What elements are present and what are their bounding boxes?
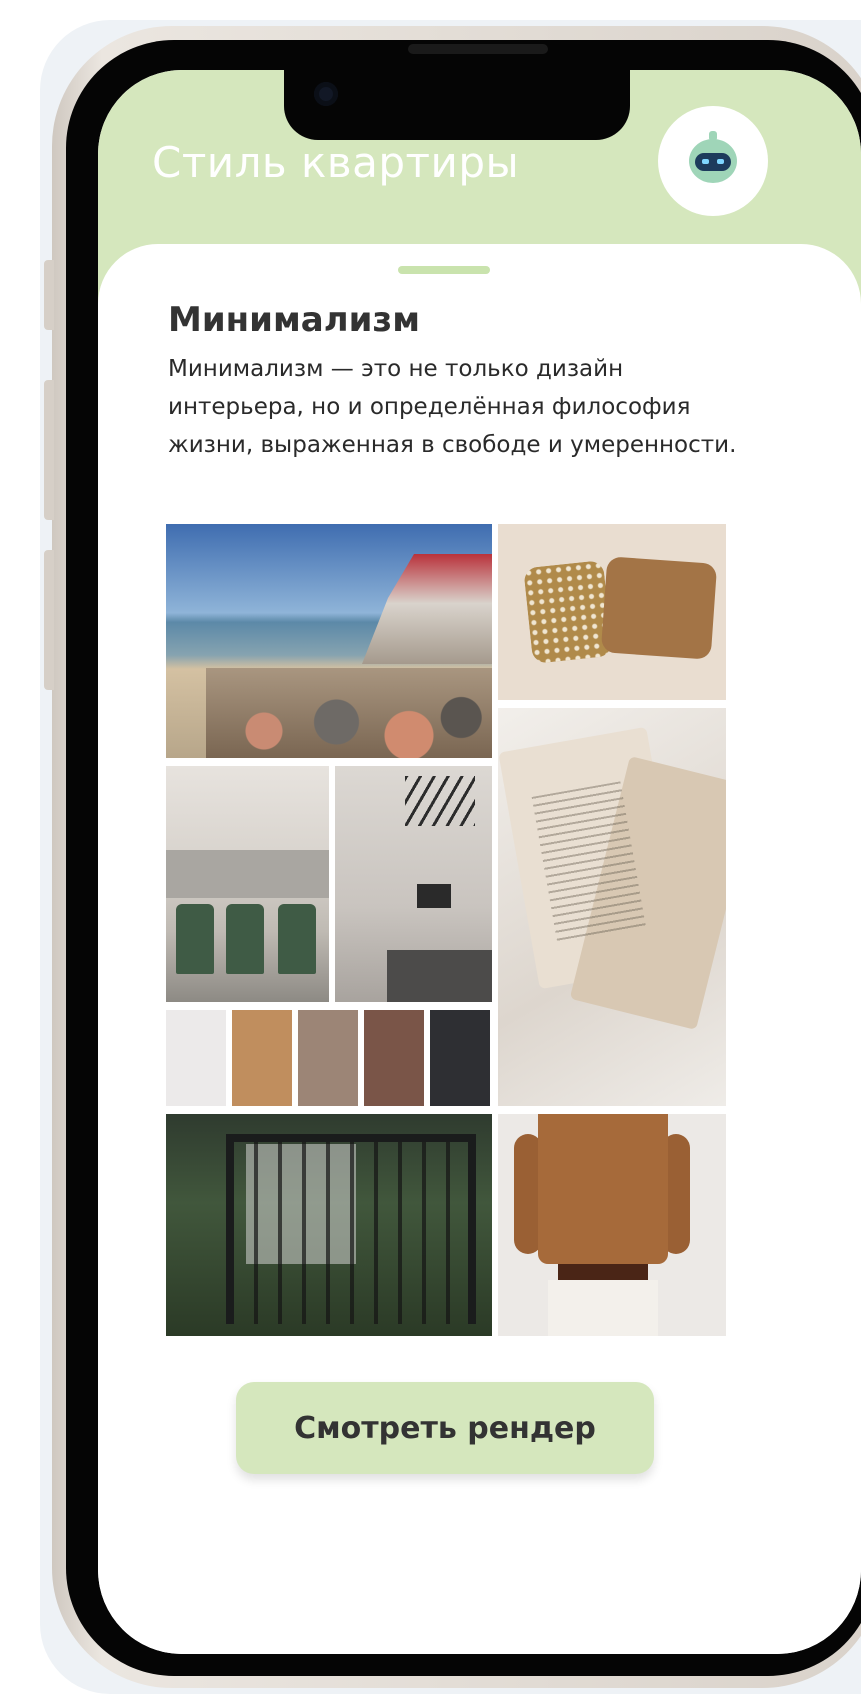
- app-screen: Стиль квартиры Минимализм Минимализм — э…: [98, 70, 861, 1654]
- moodboard-collage: [166, 524, 726, 1336]
- page: Стиль квартиры Минимализм Минимализм — э…: [0, 0, 861, 1694]
- style-title: Минимализм: [168, 300, 420, 340]
- view-render-button[interactable]: Смотреть рендер: [236, 1382, 654, 1474]
- beach-image: [166, 524, 492, 758]
- palette-swatch: [232, 1010, 292, 1106]
- phone-side-button: [44, 260, 54, 330]
- phone-volume-up: [44, 380, 54, 520]
- bedroom-image: [335, 766, 492, 1002]
- phone-speaker: [408, 44, 548, 54]
- brown-sweater-image: [498, 1114, 726, 1336]
- palette-swatch: [166, 1010, 226, 1106]
- open-book-image: [498, 708, 726, 1106]
- sheet-grabber-handle[interactable]: [398, 266, 490, 274]
- phone-volume-down: [44, 550, 54, 690]
- color-palette: [166, 1010, 492, 1106]
- pillows-image: [498, 524, 726, 700]
- garden-pergola-image: [166, 1114, 492, 1336]
- style-description: Минимализм — это не только дизайн интерь…: [168, 356, 737, 458]
- palette-swatch: [298, 1010, 358, 1106]
- app-title: Стиль квартиры: [152, 138, 520, 187]
- palette-swatch: [430, 1010, 490, 1106]
- robot-assistant-icon: [683, 131, 743, 191]
- camera-icon: [314, 82, 338, 106]
- palette-swatch: [364, 1010, 424, 1106]
- phone-notch: [284, 70, 630, 140]
- assistant-avatar-button[interactable]: [658, 106, 768, 216]
- dining-room-image: [166, 766, 329, 1002]
